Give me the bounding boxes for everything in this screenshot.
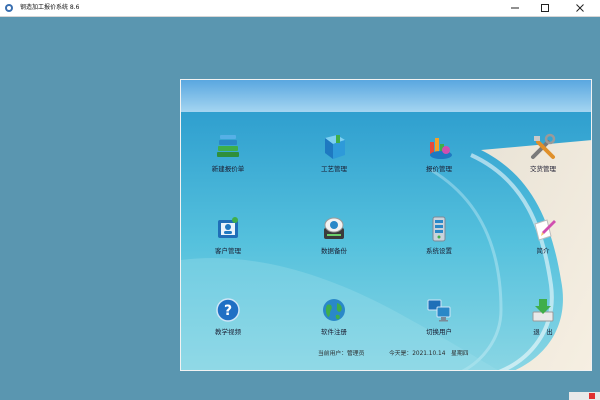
- chart-icon: [430, 138, 452, 159]
- window-title: 钢造加工报价系统 8.6: [20, 4, 80, 11]
- tile-exit[interactable]: 退 出: [503, 295, 583, 337]
- maximize-button[interactable]: [530, 0, 560, 16]
- tray-badge: [569, 392, 600, 400]
- server-icon: [432, 216, 446, 242]
- current-user-status: 当前用户：管理员: [318, 351, 365, 357]
- app-icon: [5, 4, 13, 12]
- book-icon: [325, 135, 345, 159]
- disk-icon: [324, 217, 344, 239]
- tile-system-settings[interactable]: 系统设置: [399, 214, 479, 256]
- tile-label: 切换用户: [426, 328, 452, 336]
- close-button[interactable]: [560, 0, 600, 16]
- tile-quote-management[interactable]: 报价管理: [399, 132, 479, 174]
- tile-label: 教学视频: [215, 328, 241, 336]
- minimize-icon: [511, 7, 519, 9]
- title-bar: 钢造加工报价系统 8.6: [0, 0, 600, 17]
- current-date-status: 今天是：2021.10.14 星期四: [389, 351, 469, 357]
- tile-label: 新建报价单: [211, 165, 245, 173]
- note-icon: [534, 219, 556, 241]
- tile-new-quote[interactable]: 新建报价单: [188, 132, 268, 174]
- globe-icon: [323, 299, 345, 321]
- tile-customer-management[interactable]: 客户管理: [188, 214, 268, 256]
- svg-text:?: ?: [224, 303, 232, 319]
- tile-label: 退 出: [533, 328, 553, 336]
- tile-delivery-management[interactable]: 交货管理: [503, 132, 583, 174]
- books-icon: [217, 135, 239, 157]
- help-icon: ?: [216, 298, 240, 322]
- monitors-icon: [427, 299, 451, 322]
- tile-label: 交货管理: [530, 165, 556, 173]
- tile-switch-user[interactable]: 切换用户: [399, 295, 479, 337]
- tile-tutorial-video[interactable]: ? 教学视频: [188, 295, 268, 337]
- maximize-icon: [541, 4, 549, 12]
- tile-label: 系统设置: [426, 247, 452, 255]
- tile-label: 软件注册: [321, 328, 347, 336]
- tile-software-registration[interactable]: 软件注册: [294, 295, 374, 337]
- contacts-icon: [218, 217, 238, 238]
- tile-data-backup[interactable]: 数据备份: [294, 214, 374, 256]
- tray-badge-icon: [589, 393, 595, 399]
- tile-label: 工艺管理: [321, 165, 347, 173]
- close-icon: [576, 4, 584, 12]
- exit-icon: [532, 299, 554, 322]
- tools-icon: [531, 133, 556, 159]
- tile-about[interactable]: 简介: [503, 214, 583, 256]
- tile-label: 客户管理: [215, 247, 241, 255]
- tile-label: 数据备份: [321, 247, 347, 255]
- tile-process-management[interactable]: 工艺管理: [294, 132, 374, 174]
- main-panel: 新建报价单 工艺管理 报价管理 交货管理 客户管理 数据备份 系统设置 简介 ?…: [180, 79, 592, 371]
- tile-label: 简介: [536, 247, 550, 255]
- tile-label: 报价管理: [426, 165, 452, 173]
- minimize-button[interactable]: [500, 0, 530, 16]
